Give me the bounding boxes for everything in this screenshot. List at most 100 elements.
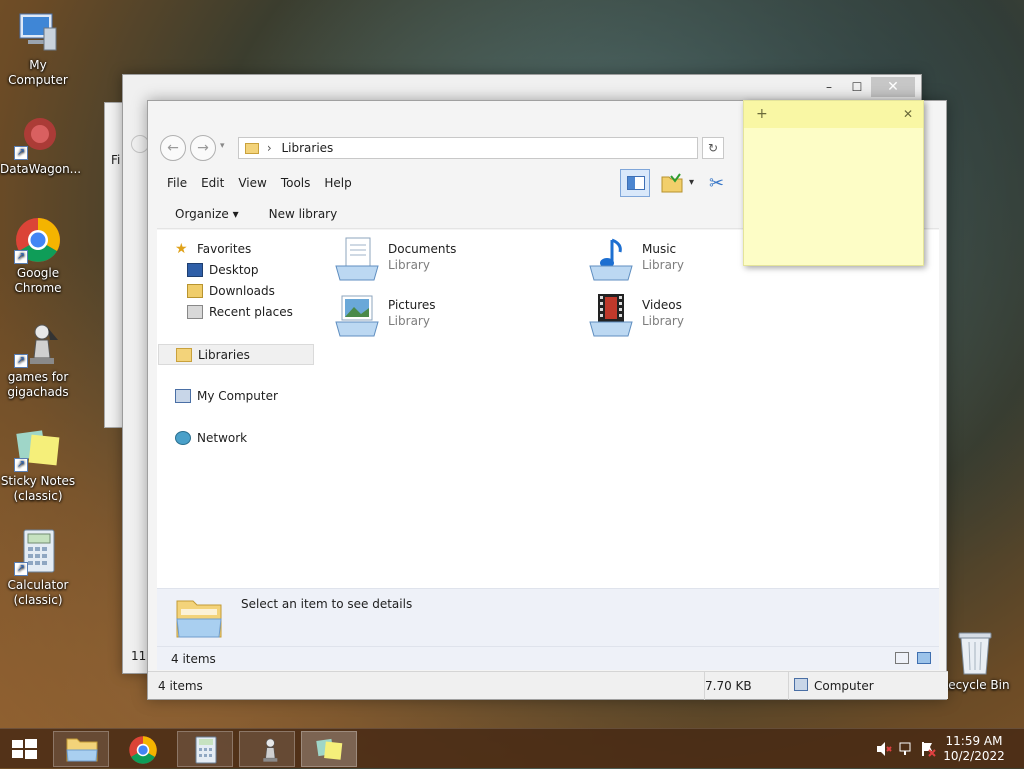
datawagon-icon: ↗	[14, 112, 62, 160]
library-documents[interactable]: Documents Library	[334, 236, 534, 286]
menu-file[interactable]: File	[167, 176, 187, 190]
menu-tools[interactable]: Tools	[281, 176, 311, 190]
desktop-icon-my-computer[interactable]: My Computer	[0, 8, 76, 88]
nav-recent-places[interactable]: Recent places	[187, 305, 293, 319]
start-button[interactable]	[10, 738, 38, 760]
pictures-icon	[334, 292, 380, 338]
status-divider	[788, 672, 789, 700]
action-center-icon[interactable]	[920, 741, 936, 757]
folder-options-chevron-icon[interactable]: ▾	[689, 177, 694, 188]
recent-places-icon	[187, 305, 203, 319]
computer-icon	[794, 678, 808, 691]
library-pictures[interactable]: Pictures Library	[334, 292, 534, 342]
libraries-folder-icon	[245, 143, 259, 154]
forward-button[interactable]: →	[190, 135, 216, 161]
large-icons-view-icon[interactable]	[917, 652, 931, 664]
nav-desktop[interactable]: Desktop	[187, 263, 259, 277]
clock[interactable]: 11:59 AM 10/2/2022	[942, 734, 1006, 764]
libraries-large-icon	[175, 595, 223, 639]
content-area: ★ Favorites Desktop Downloads Recent pla…	[157, 230, 939, 588]
library-name: Music	[642, 242, 677, 256]
add-note-button[interactable]: +	[756, 106, 768, 122]
inner-status-bar: 4 items	[157, 646, 939, 670]
maximize-button[interactable]: ☐	[843, 77, 871, 97]
desktop-icon-recycle-bin[interactable]: Recycle Bin	[937, 630, 1013, 693]
organize-button[interactable]: Organize ▾	[175, 207, 239, 221]
nav-downloads[interactable]: Downloads	[187, 284, 275, 298]
sticky-note-titlebar[interactable]: + ✕	[744, 101, 923, 128]
chess-pawn-icon: ↗	[14, 320, 62, 368]
calculator-icon	[194, 736, 218, 764]
nav-my-computer[interactable]: My Computer	[175, 389, 278, 403]
computer-icon	[175, 389, 191, 403]
shortcut-arrow-icon: ↗	[14, 250, 28, 264]
taskbar: 11:59 AM 10/2/2022	[0, 728, 1024, 768]
status-size: 7.70 KB	[705, 679, 752, 693]
shortcut-arrow-icon: ↗	[14, 562, 28, 576]
desktop-icon-sticky-notes[interactable]: ↗ Sticky Notes (classic)	[0, 424, 76, 504]
details-pane: Select an item to see details	[157, 588, 939, 646]
menu-edit[interactable]: Edit	[201, 176, 224, 190]
details-view-icon[interactable]	[895, 652, 909, 664]
taskbar-explorer[interactable]	[53, 731, 109, 767]
bg-window-text: Fi	[111, 153, 121, 167]
taskbar-chrome[interactable]	[115, 731, 171, 767]
desktop-icon-google-chrome[interactable]: ↗ Google Chrome	[0, 216, 76, 296]
library-name: Documents	[388, 242, 457, 256]
network-icon[interactable]	[898, 741, 914, 757]
address-bar[interactable]: › Libraries	[238, 137, 698, 159]
desktop-icon	[187, 263, 203, 277]
desktop-icon-label: Sticky Notes (classic)	[0, 474, 76, 503]
recent-pages-chevron-icon[interactable]: ▾	[220, 141, 232, 151]
scissors-icon[interactable]: ✂	[709, 173, 724, 194]
close-button[interactable]: ✕	[871, 77, 915, 97]
nav-favorites[interactable]: ★ Favorites	[175, 242, 251, 256]
back-button[interactable]: ←	[160, 135, 186, 161]
nav-label: Network	[197, 431, 248, 445]
shortcut-arrow-icon: ↗	[14, 458, 28, 472]
clock-date: 10/2/2022	[943, 749, 1005, 763]
chrome-icon	[128, 735, 158, 765]
taskbar-calculator[interactable]	[177, 731, 233, 767]
menu-view[interactable]: View	[238, 176, 266, 190]
details-text: Select an item to see details	[241, 597, 413, 611]
file-explorer-icon	[66, 736, 98, 762]
desktop-icon-calculator[interactable]: ↗ Calculator (classic)	[0, 528, 76, 608]
inner-item-count: 4 items	[171, 652, 216, 666]
navigation-pane: ★ Favorites Desktop Downloads Recent pla…	[157, 230, 323, 588]
sticky-note[interactable]: + ✕	[743, 100, 924, 266]
library-subtitle: Library	[642, 314, 684, 328]
new-library-button[interactable]: New library	[269, 207, 338, 221]
close-note-button[interactable]: ✕	[903, 107, 913, 121]
music-icon	[588, 236, 634, 282]
libraries-icon	[176, 347, 192, 362]
address-text: Libraries	[281, 141, 334, 155]
desktop-icon-label: Google Chrome	[14, 266, 62, 295]
bg-window-status: 11	[131, 649, 147, 663]
nav-label: Desktop	[209, 263, 259, 277]
library-videos[interactable]: Videos Library	[588, 292, 788, 342]
menu-help[interactable]: Help	[324, 176, 351, 190]
window-controls: – ☐ ✕	[815, 77, 915, 97]
taskbar-sticky-notes[interactable]	[301, 731, 357, 767]
taskbar-chess[interactable]	[239, 731, 295, 767]
recycle-bin-icon	[955, 630, 995, 676]
nav-label: Downloads	[209, 284, 275, 298]
sticky-note-body[interactable]	[744, 128, 923, 265]
downloads-folder-icon	[187, 284, 203, 298]
desktop-icon-games-for-gigachads[interactable]: ↗ games for gigachads	[0, 320, 76, 400]
nav-label: My Computer	[197, 389, 278, 403]
volume-muted-icon[interactable]	[876, 741, 892, 757]
desktop-icon-label: games for gigachads	[7, 370, 69, 399]
desktop-icon-datawagon[interactable]: ↗ DataWagon...	[0, 112, 81, 177]
nav-libraries[interactable]: Libraries	[158, 344, 314, 365]
folder-options-icon[interactable]	[661, 173, 683, 193]
refresh-button[interactable]: ↻	[702, 137, 724, 159]
shortcut-arrow-icon: ↗	[14, 354, 28, 368]
nav-network[interactable]: Network	[175, 431, 247, 445]
preview-pane-button[interactable]	[620, 169, 650, 197]
status-location: Computer	[814, 679, 874, 693]
computer-icon	[14, 8, 62, 56]
minimize-button[interactable]: –	[815, 77, 843, 97]
layout-pane-icon	[627, 176, 645, 190]
